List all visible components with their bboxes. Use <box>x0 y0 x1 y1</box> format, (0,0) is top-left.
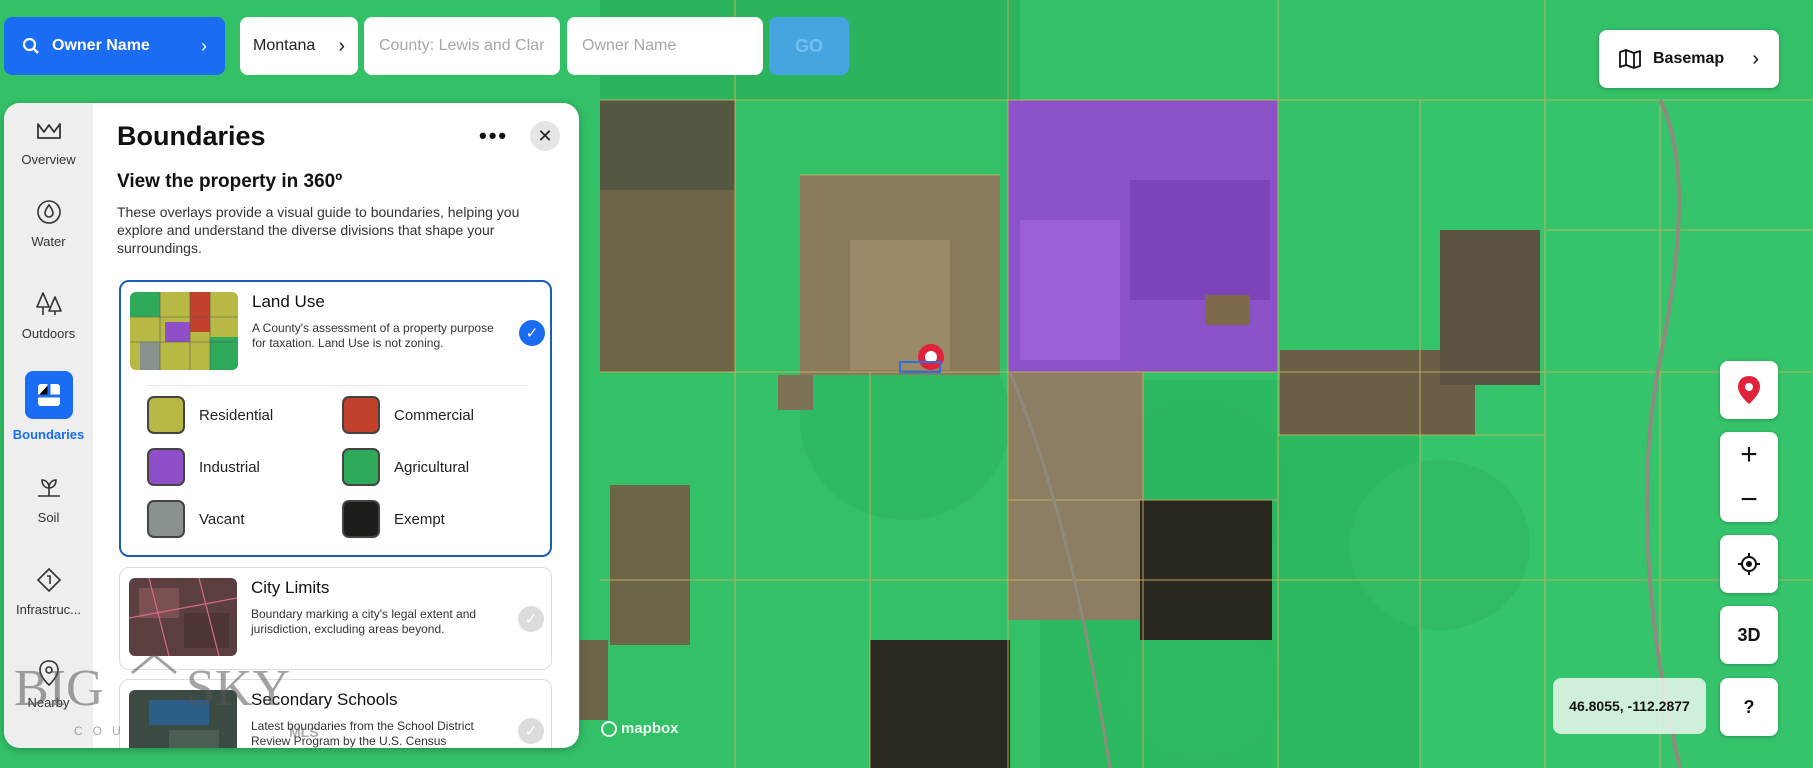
search-mode-label: Owner Name <box>52 37 150 54</box>
layer-checkbox-unchecked[interactable]: ✓ <box>518 606 544 632</box>
checkmark-icon: ✓ <box>525 325 539 342</box>
boundaries-icon <box>24 370 73 419</box>
my-location-button[interactable] <box>1720 535 1778 593</box>
layer-checkbox-unchecked[interactable]: ✓ <box>518 718 544 744</box>
land-use-legend: Residential Commercial Industrial Agricu… <box>147 385 527 538</box>
swatch <box>147 448 185 486</box>
card-description: Boundary marking a city's legal extent a… <box>251 607 477 636</box>
panel-title: Boundaries <box>117 121 266 151</box>
boundaries-panel: Overview Water Outdoors Boundaries Soil … <box>4 103 579 748</box>
search-icon <box>22 37 39 54</box>
zoom-control: + − <box>1720 432 1778 522</box>
drop-pin-button[interactable] <box>1720 361 1778 419</box>
location-pin-icon <box>35 659 63 687</box>
infrastructure-icon <box>35 566 63 594</box>
panel-subtitle: View the property in 360º <box>117 171 343 192</box>
legend-item-exempt: Exempt <box>342 500 445 538</box>
swatch <box>342 448 380 486</box>
state-label: Montana <box>253 37 316 54</box>
swatch <box>147 396 185 434</box>
water-drop-icon <box>35 198 63 226</box>
swatch <box>147 500 185 538</box>
basemap-label: Basemap <box>1653 50 1725 67</box>
mapbox-attribution[interactable]: mapbox <box>601 720 679 737</box>
chart-line-icon <box>35 116 63 144</box>
mapbox-logo-icon <box>601 720 617 737</box>
map-icon <box>1619 49 1641 69</box>
close-panel-button[interactable]: ✕ <box>530 121 560 151</box>
card-title: Secondary Schools <box>251 690 398 709</box>
panel-content: Boundaries ••• ✕ View the property in 36… <box>93 103 579 748</box>
sidebar-item-boundaries[interactable]: Boundaries <box>4 366 93 446</box>
crosshair-icon <box>1738 553 1760 575</box>
layer-checkbox-checked[interactable]: ✓ <box>519 320 545 346</box>
sidebar-item-outdoors[interactable]: Outdoors <box>4 275 93 355</box>
secondary-schools-thumbnail <box>129 690 237 748</box>
plant-icon <box>35 474 63 502</box>
legend-item-residential: Residential <box>147 396 273 434</box>
legend-item-vacant: Vacant <box>147 500 245 538</box>
checkmark-icon: ✓ <box>524 611 538 628</box>
card-title: City Limits <box>251 578 330 597</box>
coordinates-readout: 46.8055, -112.2877 <box>1553 678 1706 734</box>
sidebar-item-water[interactable]: Water <box>4 183 93 263</box>
state-select[interactable]: Montana › <box>240 17 358 75</box>
sidebar-item-nearby[interactable]: Nearby <box>4 644 93 724</box>
panel-description: These overlays provide a visual guide to… <box>117 204 520 256</box>
owner-name-input[interactable] <box>567 17 763 75</box>
county-input[interactable] <box>364 17 560 75</box>
card-description: A County's assessment of a property purp… <box>252 321 494 350</box>
chevron-right-icon: › <box>201 35 207 56</box>
swatch <box>342 500 380 538</box>
layer-card-land-use[interactable]: Land Use A County's assessment of a prop… <box>119 280 552 557</box>
sidebar-item-infrastructure[interactable]: Infrastruc... <box>4 551 93 631</box>
land-use-thumbnail <box>130 292 238 370</box>
legend-item-commercial: Commercial <box>342 396 474 434</box>
location-pin-icon <box>1738 376 1760 404</box>
basemap-button[interactable]: Basemap › <box>1599 30 1779 88</box>
more-options-icon[interactable]: ••• <box>479 123 508 149</box>
city-limits-thumbnail <box>129 578 237 656</box>
sidebar-item-overview[interactable]: Overview <box>4 103 93 181</box>
panel-sidebar: Overview Water Outdoors Boundaries Soil … <box>4 103 93 748</box>
close-icon: ✕ <box>537 125 553 146</box>
zoom-in-button[interactable]: + <box>1740 432 1758 477</box>
trees-icon <box>35 290 63 318</box>
checkmark-icon: ✓ <box>524 723 538 740</box>
zoom-out-button[interactable]: − <box>1740 477 1758 522</box>
sidebar-item-soil[interactable]: Soil <box>4 459 93 539</box>
3d-toggle-button[interactable]: 3D <box>1720 606 1778 664</box>
layer-card-city-limits[interactable]: City Limits Boundary marking a city's le… <box>119 567 552 670</box>
search-mode-button[interactable]: Owner Name › <box>4 17 225 75</box>
legend-item-agricultural: Agricultural <box>342 448 469 486</box>
help-button[interactable]: ? <box>1720 678 1778 736</box>
layer-card-secondary-schools[interactable]: Secondary Schools Latest boundaries from… <box>119 679 552 748</box>
chevron-right-icon: › <box>1752 47 1759 70</box>
chevron-right-icon: › <box>338 34 345 57</box>
swatch <box>342 396 380 434</box>
card-title: Land Use <box>252 292 325 311</box>
go-button[interactable]: GO <box>769 17 849 75</box>
card-description: Latest boundaries from the School Distri… <box>251 719 474 748</box>
legend-item-industrial: Industrial <box>147 448 260 486</box>
